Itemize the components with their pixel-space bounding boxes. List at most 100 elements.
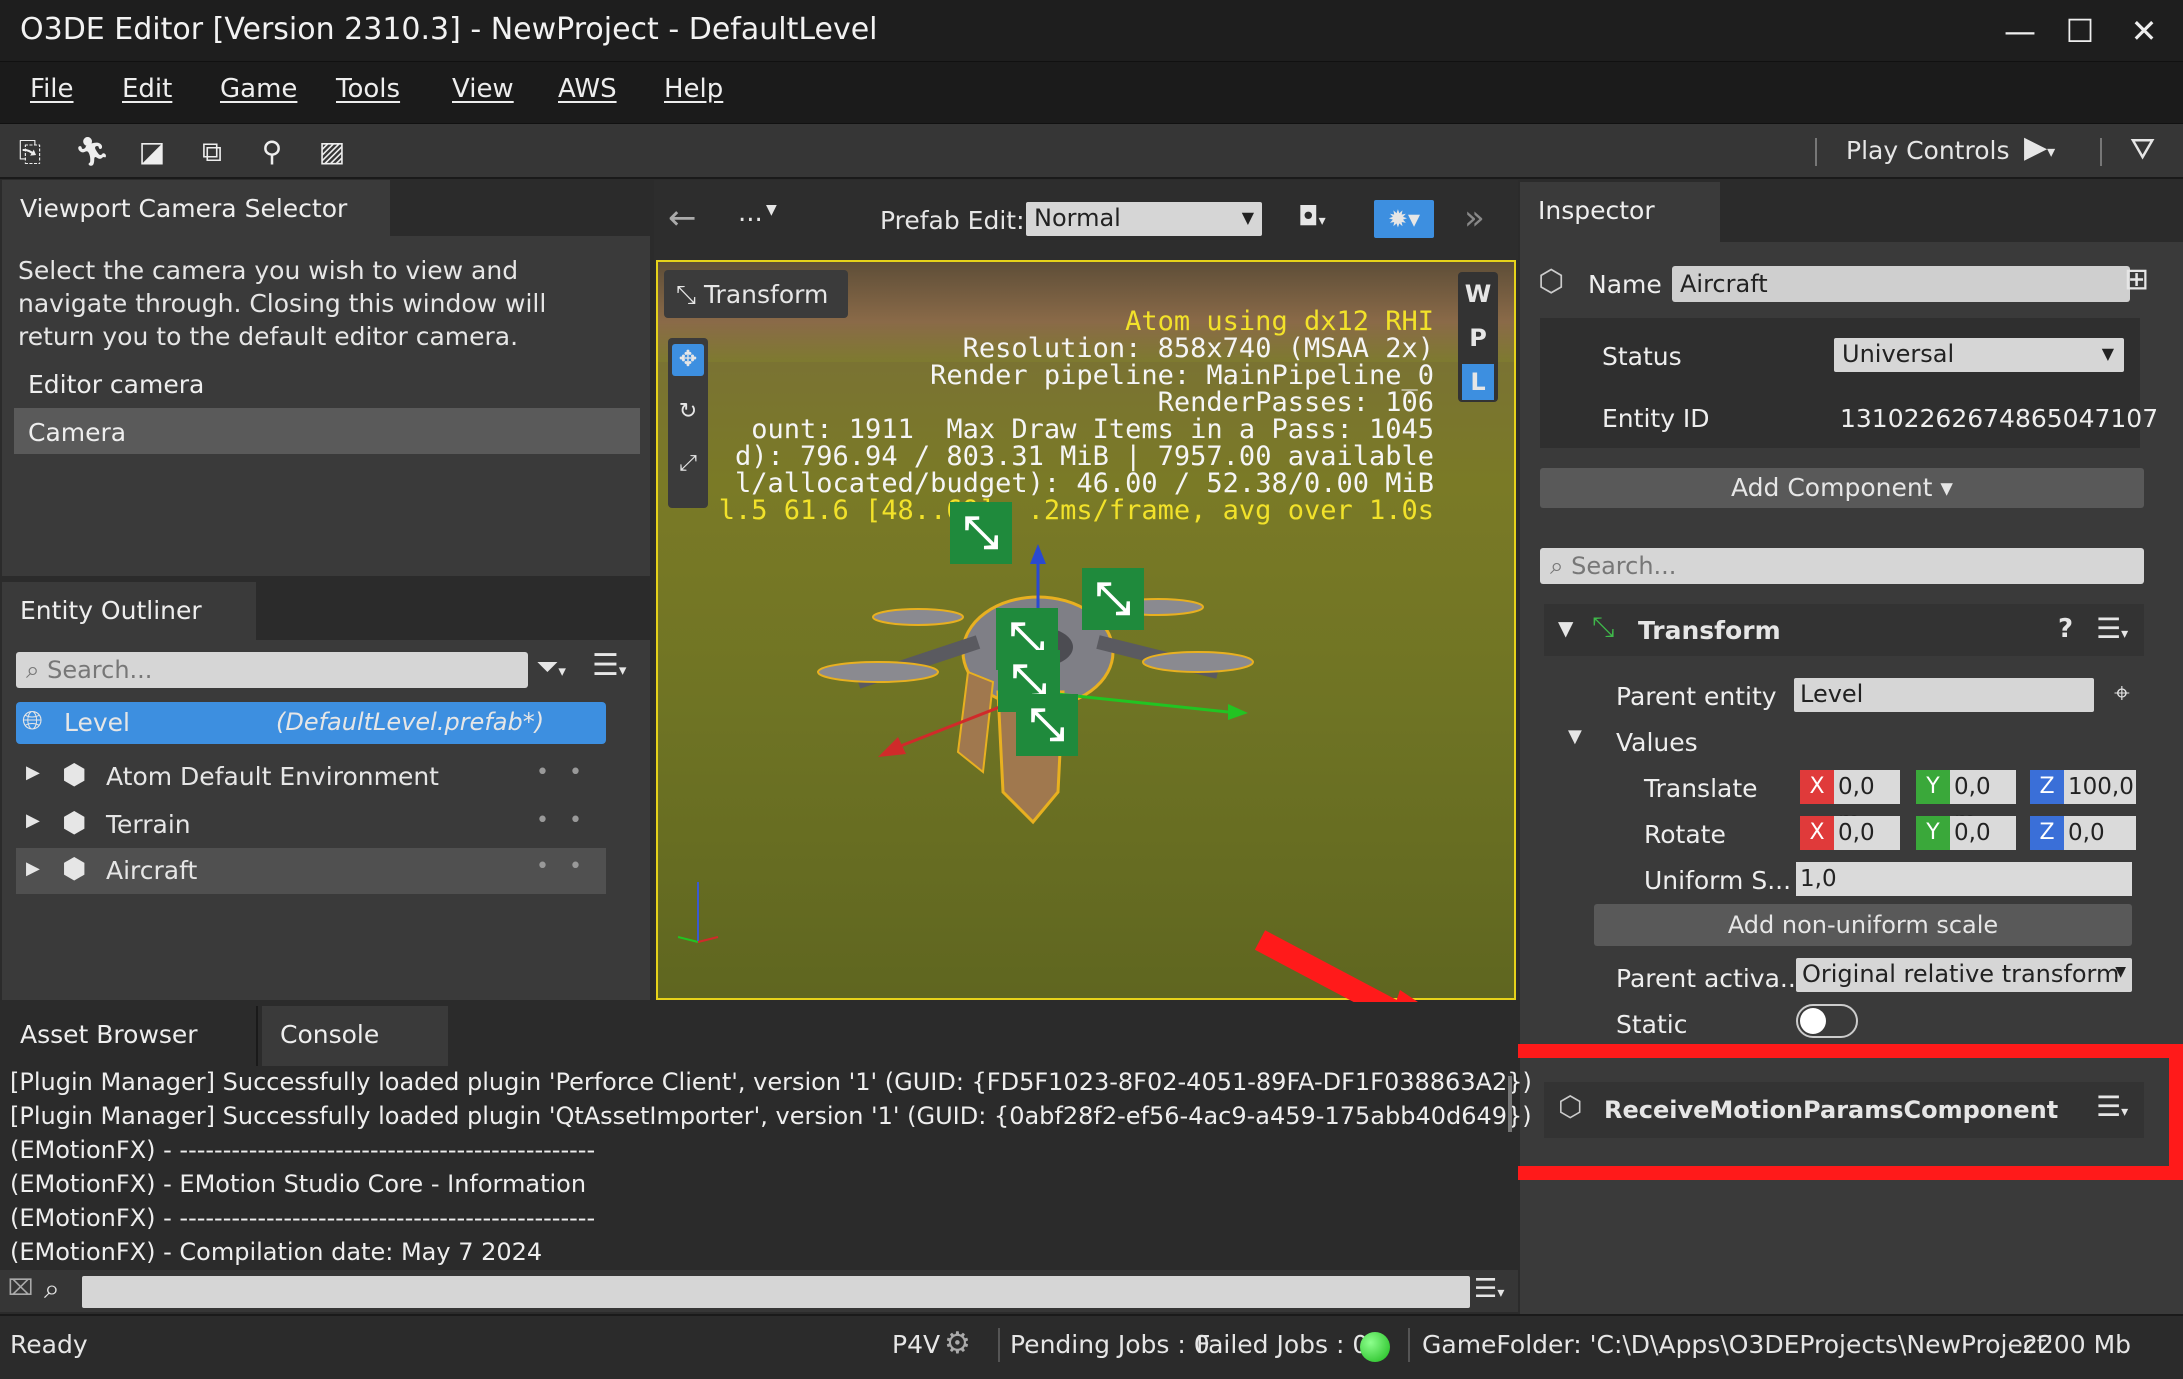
tab-inspector[interactable]: Inspector <box>1520 182 1720 242</box>
menu-icon[interactable]: ☰▾ <box>592 648 626 683</box>
terrain-icon[interactable]: ◪ <box>132 132 172 172</box>
physics-icon[interactable]: ⚲ <box>252 132 292 172</box>
static-toggle[interactable] <box>1796 1004 1858 1038</box>
menu-bar: File Edit Game Tools View AWS Help <box>0 62 2183 124</box>
splitter-handle[interactable] <box>1508 1076 1512 1132</box>
outliner-entity-row[interactable]: ▶ ⬢ Atom Default Environment •• <box>16 754 606 798</box>
filter-icon[interactable]: ⏷▾ <box>536 650 566 684</box>
menu-help[interactable]: Help <box>664 74 723 104</box>
component-menu-icon[interactable]: ☰▾ <box>2096 612 2128 645</box>
console-menu-icon[interactable]: ☰▾ <box>1474 1274 1504 1304</box>
gizmo-icon[interactable]: ⤡ <box>1082 568 1144 630</box>
debug-icon[interactable]: ✹▾ <box>1374 200 1434 238</box>
outliner-entity-row[interactable]: ▶ ⬢ Terrain •• <box>16 802 606 846</box>
clear-icon[interactable]: ⌧ <box>8 1276 33 1301</box>
expand-arrow-icon[interactable]: ▶ <box>26 858 40 879</box>
transform-header[interactable]: ▼ ⤡ Transform ? ☰▾ <box>1544 604 2144 656</box>
visibility-dots[interactable]: •• <box>536 854 602 879</box>
transform-icon: ⤡ <box>1592 610 1615 643</box>
run-icon[interactable]: 🏃︎ <box>72 132 112 172</box>
tab-console[interactable]: Console <box>262 1006 448 1066</box>
viewport-3d[interactable]: ⤡ Transform ✥ ↻ ⤢ W P L Atom using dx12 … <box>656 260 1516 1000</box>
name-input[interactable]: Aircraft <box>1672 266 2130 302</box>
rotate-z-input[interactable]: 0,0 de <box>2064 816 2136 850</box>
values-label: Values <box>1616 728 1698 757</box>
memory-usage: 2200 Mb <box>2022 1330 2132 1359</box>
menu-aws[interactable]: AWS <box>558 74 617 104</box>
transform-title: Transform <box>1638 616 1781 645</box>
overlay-pipeline: Render pipeline: MainPipeline_0 <box>930 360 1434 391</box>
expand-arrow-icon[interactable]: ▶ <box>26 810 40 831</box>
transform-icon: ⤡ <box>676 280 704 309</box>
sim-icon[interactable]: ⛛ <box>2130 132 2155 167</box>
tab-camera-selector[interactable]: Viewport Camera Selector <box>2 180 390 236</box>
inspector-search[interactable]: ⌕ Search... <box>1540 548 2144 584</box>
camera-item-camera[interactable]: Camera <box>14 408 640 454</box>
parent-entity-input[interactable]: Level <box>1794 678 2094 712</box>
p4v-icon[interactable]: ⚙ <box>944 1326 971 1361</box>
z-axis-label: Z <box>2030 770 2064 804</box>
chevron-down-icon: ▼ <box>2101 344 2114 363</box>
search-icon: ⌕ <box>26 656 48 684</box>
back-arrow-icon[interactable]: ← <box>668 198 697 238</box>
rotate-icon[interactable]: ↻ <box>672 396 704 428</box>
tab-entity-outliner[interactable]: Entity Outliner <box>2 582 256 640</box>
status-select[interactable]: Universal ▼ <box>1834 338 2124 372</box>
console-line: (EMotionFX) - Compilation date: May 7 20… <box>10 1238 543 1266</box>
visibility-dots[interactable]: •• <box>536 808 602 833</box>
outliner-level-row[interactable]: 🌐︎ Level (DefaultLevel.prefab*) <box>16 702 606 744</box>
console-line: [Plugin Manager] Successfully loaded plu… <box>10 1068 1532 1096</box>
camera-icon[interactable]: ◘▾ <box>1298 202 1326 232</box>
local-space-button[interactable]: L <box>1462 364 1494 400</box>
expand-icon[interactable]: » <box>1464 198 1485 238</box>
expand-arrow-icon[interactable]: ▶ <box>26 762 40 783</box>
pin-icon[interactable]: ⊞ <box>2124 262 2149 297</box>
target-icon[interactable]: ⌖ <box>2114 676 2130 710</box>
menu-game[interactable]: Game <box>220 74 297 104</box>
search-icon[interactable]: ⌕ <box>44 1272 60 1306</box>
add-nonuniform-scale-button[interactable]: Add non-uniform scale <box>1594 904 2132 946</box>
translate-z-input[interactable]: 100,0 <box>2064 770 2136 804</box>
camera-item-editor[interactable]: Editor camera <box>28 370 204 399</box>
console-input[interactable] <box>82 1276 1470 1308</box>
world-space-button[interactable]: W <box>1462 276 1494 312</box>
translate-x-input[interactable]: 0,0 m <box>1834 770 1900 834</box>
entity-icon: ⬡ <box>1538 264 1565 299</box>
move-icon[interactable]: ✥ <box>672 344 704 376</box>
menu-edit[interactable]: Edit <box>122 74 172 104</box>
tab-asset-browser[interactable]: Asset Browser <box>2 1006 258 1066</box>
collapse-arrow-icon[interactable]: ▼ <box>1558 616 1573 640</box>
level-icon[interactable]: ⎘ <box>10 132 50 172</box>
outliner-entity-row-selected[interactable]: ▶ ⬢ Aircraft •• <box>16 848 606 894</box>
menu-view[interactable]: View <box>452 74 514 104</box>
collapse-arrow-icon[interactable]: ▼ <box>1568 726 1582 747</box>
translate-y-input[interactable]: 0,0 m <box>1950 770 2016 834</box>
more-options[interactable]: ... <box>738 198 763 228</box>
viewport-toolbar: ← ... ▼ Prefab Edit: Normal ▼ ◘▾ ✹▾ » <box>654 180 1518 260</box>
play-icon[interactable]: ▶▾ <box>2024 130 2055 165</box>
menu-file[interactable]: File <box>30 74 74 104</box>
minimize-button[interactable]: — <box>1990 8 2050 54</box>
close-button[interactable]: ✕ <box>2114 8 2174 54</box>
maximize-button[interactable]: ☐ <box>2050 8 2110 54</box>
entity-name: Terrain <box>106 810 191 839</box>
scale-icon[interactable]: ⤢ <box>672 448 704 480</box>
console-line: [Plugin Manager] Successfully loaded plu… <box>10 1102 1532 1130</box>
level-name: Level <box>64 708 130 737</box>
rotate-y-input[interactable]: 0,0 de <box>1950 816 2016 850</box>
add-component-button[interactable]: Add Component ▾ <box>1540 468 2144 508</box>
prefab-edit-select[interactable]: Normal ▼ <box>1026 202 1262 236</box>
gizmo-icon[interactable]: ⤡ <box>1016 694 1078 756</box>
z-axis-label: Z <box>2030 816 2064 850</box>
parent-activation-select[interactable]: Original relative transform ▼ <box>1796 958 2132 992</box>
outliner-search[interactable]: ⌕ Search... <box>16 652 528 688</box>
gizmo-icon[interactable]: ⤡ <box>950 502 1012 564</box>
parent-space-button[interactable]: P <box>1462 320 1494 356</box>
graph-icon[interactable]: ⧉ <box>192 132 232 172</box>
menu-tools[interactable]: Tools <box>336 74 400 104</box>
help-icon[interactable]: ? <box>2058 614 2073 644</box>
uniform-scale-input[interactable]: 1,0 <box>1796 862 2132 896</box>
visibility-dots[interactable]: •• <box>536 760 602 785</box>
image-icon[interactable]: ▨ <box>312 132 352 172</box>
rotate-x-input[interactable]: 0,0 de <box>1834 816 1900 850</box>
